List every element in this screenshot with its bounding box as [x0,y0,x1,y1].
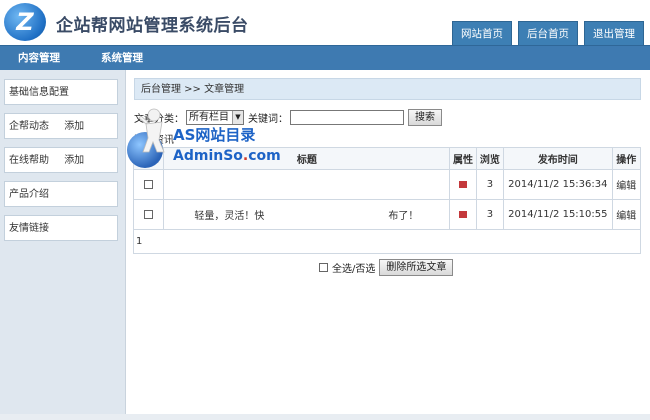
nav-content-management[interactable]: 内容管理 [18,46,60,70]
article-table: 选择 标题 属性 浏览 发布时间 操作 3 2014/11/2 15:36:34… [132,147,642,254]
row-checkbox[interactable] [144,209,154,219]
sidebar-item-label: 产品介绍 [9,189,49,200]
row-title[interactable] [163,169,451,200]
row-edit-link[interactable]: 编辑 [611,199,642,230]
search-button[interactable]: 搜索 [408,108,442,126]
top-links: 网站首页 后台首页 退出管理 [452,21,644,45]
row-title-tail: 布了！ [388,211,419,222]
category-selected-value: 所有栏目 [189,111,229,123]
keyword-input[interactable] [290,109,404,125]
row-title: 轻量，灵活！快 [194,211,265,222]
main-nav: 内容管理 系统管理 [0,45,650,70]
add-article-link[interactable]: 添加资讯 [134,131,174,146]
row-views: 3 [475,199,505,230]
table-header-row: 选择 标题 属性 浏览 发布时间 操作 [132,147,642,170]
row-views: 3 [475,169,505,200]
row-time: 2014/11/2 15:10:55 [503,199,613,230]
row-select-cell [132,169,165,200]
row-checkbox[interactable] [144,179,154,189]
header: Z 企站帮网站管理系统后台 网站首页 后台首页 退出管理 [0,0,650,45]
sidebar-add-link[interactable]: 添加 [64,121,84,132]
row-title-cell[interactable]: 轻量，灵活！快 布了！ [163,199,451,230]
site-logo: Z [4,3,46,41]
chevron-down-icon: ▼ [232,110,243,124]
top-link-logout[interactable]: 退出管理 [584,21,644,45]
sidebar-item-basic-config[interactable]: 基础信息配置 [4,79,118,105]
category-select[interactable]: 所有栏目 ▼ [186,109,244,125]
pager-row: 1 [133,229,641,254]
top-link-admin-home[interactable]: 后台首页 [518,21,578,45]
delete-selected-button[interactable]: 删除所选文章 [379,259,454,276]
row-edit-link[interactable]: 编辑 [611,169,642,200]
select-all-label: 全选/否选 [332,264,376,275]
table-row: 3 2014/11/2 15:36:34 编辑 [132,169,642,200]
main-content: 后台管理 >> 文章管理 文章分类： 所有栏目 ▼ 关键词： 搜索 添加资讯 选… [127,70,650,420]
row-time: 2014/11/2 15:36:34 [503,169,613,200]
logo-letter: Z [16,8,34,36]
row-select-cell [132,199,165,230]
bottom-actions: 全选/否选 删除所选文章 [319,259,454,276]
col-attr: 属性 [449,147,477,170]
sidebar-item-label: 基础信息配置 [9,87,69,98]
table-row: 轻量，灵活！快 布了！ 3 2014/11/2 15:10:55 编辑 [132,199,642,230]
sidebar-item-friend-links[interactable]: 友情链接 [4,215,118,241]
sidebar-item-online-help[interactable]: 在线帮助 添加 [4,147,118,173]
select-all-checkbox[interactable] [319,263,328,272]
recommend-icon [459,210,468,218]
sidebar-item-products[interactable]: 产品介绍 [4,181,118,207]
keyword-label: 关键词： [248,113,288,125]
bottom-strip [0,414,650,420]
category-label: 文章分类： [134,113,184,125]
sidebar-item-label: 在线帮助 [9,155,49,166]
col-time: 发布时间 [503,147,613,170]
row-attr-cell [449,169,477,200]
pager[interactable]: 1 [133,229,641,254]
row-attr-cell [449,199,477,230]
breadcrumb: 后台管理 >> 文章管理 [134,78,641,100]
col-views: 浏览 [475,147,505,170]
top-link-site-home[interactable]: 网站首页 [452,21,512,45]
col-select: 选择 [132,147,165,170]
recommend-icon [459,180,468,188]
nav-system-management[interactable]: 系统管理 [101,46,143,70]
filter-bar: 文章分类： 所有栏目 ▼ 关键词： 搜索 [134,107,442,127]
site-title: 企站帮网站管理系统后台 [56,16,249,36]
sidebar-add-link[interactable]: 添加 [64,155,84,166]
sidebar-item-label: 友情链接 [9,223,49,234]
sidebar-item-label: 企帮动态 [9,121,49,132]
sidebar-item-company-news[interactable]: 企帮动态 添加 [4,113,118,139]
col-title: 标题 [163,147,451,170]
sidebar: 基础信息配置 企帮动态 添加 在线帮助 添加 产品介绍 友情链接 [0,70,126,420]
col-action: 操作 [611,147,642,170]
